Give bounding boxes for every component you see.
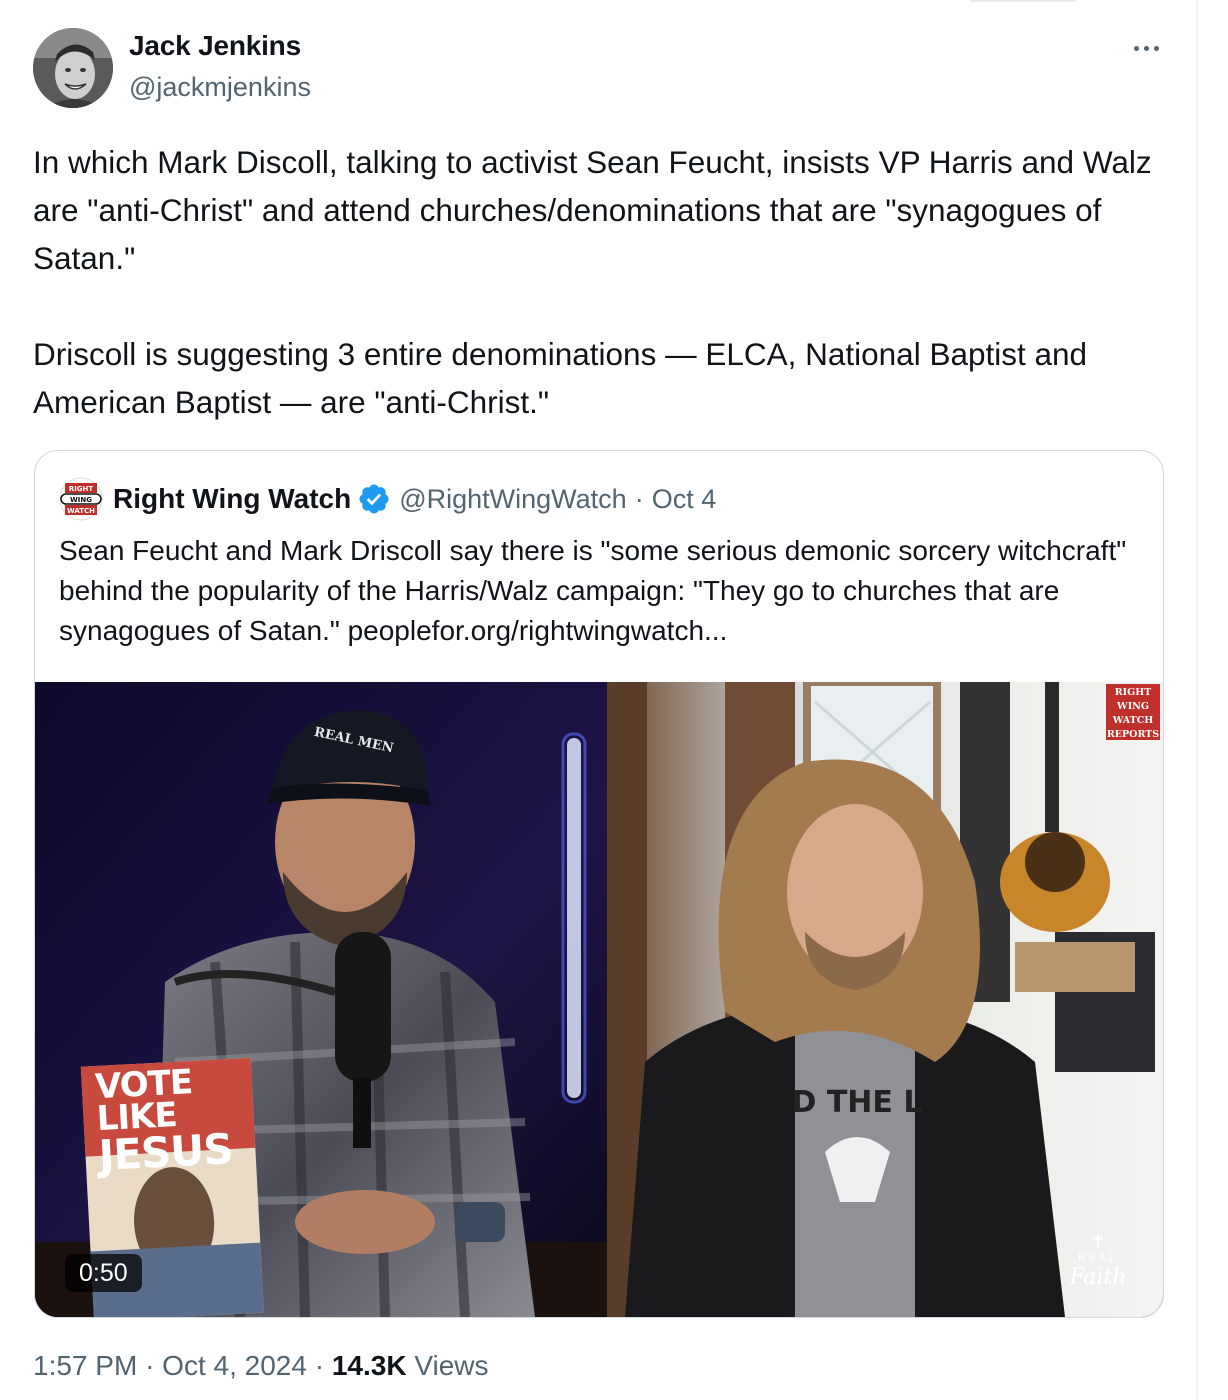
- views-count: 14.3K: [331, 1350, 407, 1381]
- verified-badge-icon: [359, 484, 389, 514]
- tweet-paragraph: Driscoll is suggesting 3 entire denomina…: [33, 336, 1088, 420]
- tweet-time[interactable]: 1:57 PM: [33, 1350, 137, 1381]
- rww-logo-text: RIGHT: [69, 485, 94, 493]
- author-avatar[interactable]: [33, 28, 113, 108]
- shirt-text: D THE L: [792, 1085, 923, 1120]
- rww-logo-text: WATCH: [67, 507, 95, 515]
- quoted-tweet-date[interactable]: Oct 4: [652, 484, 717, 515]
- quoted-tweet-text: Sean Feucht and Mark Driscoll say there …: [59, 535, 1127, 646]
- top-scroll-pill: [968, 0, 1078, 2]
- views-label: Views: [414, 1350, 489, 1381]
- quoted-author-handle[interactable]: @RightWingWatch: [399, 484, 626, 515]
- tweet-text: In which Mark Discoll, talking to activi…: [33, 138, 1173, 426]
- video-duration: 0:50: [65, 1254, 142, 1292]
- quoted-author-name[interactable]: Right Wing Watch: [113, 483, 351, 515]
- rww-reports-badge: RIGHT WING WATCH REPORTS: [1106, 684, 1160, 740]
- video-thumbnail: REAL MEN D THE L: [35, 682, 1163, 1317]
- tweet-meta: 1:57 PM · Oct 4, 2024 · 14.3K Views: [33, 1350, 489, 1382]
- separator-dot: ·: [145, 1350, 155, 1381]
- more-icon[interactable]: [1126, 36, 1166, 60]
- separator-dot: ·: [314, 1350, 325, 1381]
- cross-icon: ✝: [1090, 1231, 1106, 1252]
- real-faith-watermark: ✝ REAL Faith: [1055, 1232, 1141, 1302]
- rww-logo-avatar[interactable]: RIGHT WING WATCH: [59, 477, 103, 521]
- quoted-tweet-header: RIGHT WING WATCH Right Wing Watch @Right…: [59, 477, 717, 521]
- author-name[interactable]: Jack Jenkins: [129, 30, 301, 62]
- author-handle[interactable]: @jackmjenkins: [129, 72, 311, 103]
- tweet-date[interactable]: Oct 4, 2024: [162, 1350, 307, 1381]
- quoted-tweet[interactable]: RIGHT WING WATCH Right Wing Watch @Right…: [34, 450, 1164, 1318]
- column-divider: [1196, 0, 1198, 1400]
- rww-logo-text: WING: [70, 496, 92, 504]
- separator-dot: ·: [634, 483, 644, 514]
- video-player[interactable]: REAL MEN D THE L VOTE LIKE JESUS RIGHT W…: [35, 682, 1163, 1317]
- book-cover-title: VOTE LIKE JESUS: [94, 1062, 234, 1181]
- tweet-paragraph: In which Mark Discoll, talking to activi…: [33, 144, 1152, 276]
